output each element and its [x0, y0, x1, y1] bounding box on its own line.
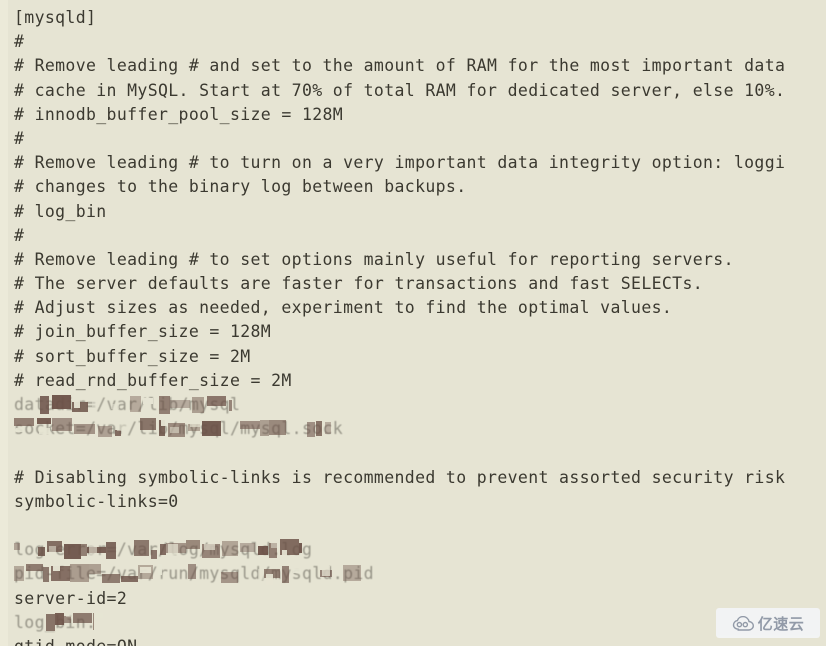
terminal-screen: [mysqld] # # Remove leading # and set to t… [0, 0, 826, 646]
config-line: # log_bin [14, 201, 107, 221]
config-line: # Adjust sizes as needed, experiment to … [14, 298, 673, 318]
config-line: # Remove leading # to turn on a very imp… [14, 153, 786, 173]
redacted-ghost-text: log-error=/var/log/mysqld.log [14, 540, 313, 560]
config-file-content[interactable]: [mysqld] # # Remove leading # and set to t… [14, 6, 826, 646]
config-line: # [14, 128, 25, 148]
config-line: # [14, 32, 25, 52]
config-line-redacted: datadir=/var/lib/mysql [14, 393, 826, 417]
config-line: # Disabling symbolic-links is recommende… [14, 467, 786, 487]
config-line: # [14, 225, 25, 245]
config-line: # cache in MySQL. Start at 70% of total … [14, 80, 786, 100]
config-line: # read_rnd_buffer_size = 2M [14, 370, 292, 390]
cloud-icon [732, 615, 754, 631]
config-line: # join_buffer_size = 128M [14, 322, 272, 342]
config-line: # sort_buffer_size = 2M [14, 346, 251, 366]
config-line: # changes to the binary log between back… [14, 177, 467, 197]
config-line [14, 441, 826, 465]
config-line [14, 514, 826, 538]
config-line: # Remove leading # and set to the amount… [14, 56, 786, 76]
config-line: # Remove leading # to set options mainly… [14, 249, 734, 269]
config-line: # innodb_buffer_pool_size = 128M [14, 104, 344, 124]
editor-left-gutter [0, 0, 8, 646]
watermark-text: 亿速云 [757, 614, 805, 633]
redacted-ghost-text: socket=/var/lib/mysql/mysql.sock [14, 419, 344, 439]
redacted-ghost-text: log_bin. [14, 612, 97, 632]
config-line-redacted: log_bin. [14, 611, 826, 635]
redacted-ghost-text: datadir=/var/lib/mysql [14, 395, 241, 414]
site-watermark: 亿速云 [716, 608, 820, 638]
config-line-redacted: log-error=/var/log/mysqld.log [14, 538, 826, 562]
config-line: symbolic-links=0 [14, 491, 179, 511]
redacted-ghost-text: pid-file=/var/run/mysqld/mysqld.pid [14, 564, 374, 584]
config-line: [mysqld] [14, 8, 97, 27]
config-line-redacted: socket=/var/lib/mysql/mysql.sock [14, 417, 826, 441]
terminal-status-line: [root@localhost ~]# [14, 635, 814, 646]
config-line: server-id=2 [14, 588, 128, 608]
config-line: # The server defaults are faster for tra… [14, 274, 704, 294]
config-line-redacted: pid-file=/var/run/mysqld/mysqld.pid [14, 562, 826, 586]
